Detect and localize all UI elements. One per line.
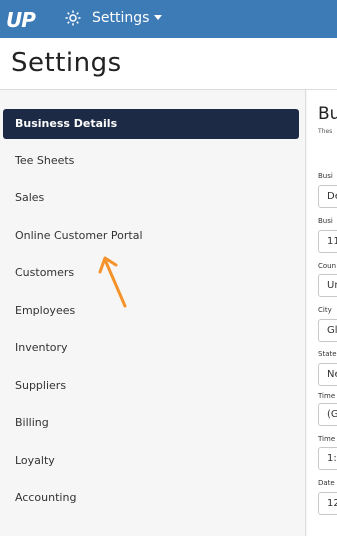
settings-menu[interactable]: Settings	[92, 10, 163, 26]
sidebar-item-employees[interactable]: Employees	[3, 296, 299, 326]
field-label-country: Coun	[318, 262, 337, 270]
sidebar-item-tee-sheets[interactable]: Tee Sheets	[3, 146, 299, 176]
app-logo[interactable]: UP	[6, 8, 36, 32]
date-format-select[interactable]: 12	[318, 492, 337, 515]
field-label-business-name: Busi	[318, 172, 333, 180]
field-label-business-address: Busi	[318, 217, 333, 225]
time-format-select[interactable]: 1:0	[318, 447, 337, 470]
top-bar: UP Settings	[0, 0, 337, 38]
section-description: Thes	[318, 128, 333, 135]
sidebar-item-sales[interactable]: Sales	[3, 183, 299, 213]
sidebar-item-suppliers[interactable]: Suppliers	[3, 371, 299, 401]
page-title: Settings	[11, 48, 122, 78]
field-label-date: Date	[318, 479, 335, 487]
sidebar-item-online-customer-portal[interactable]: Online Customer Portal	[3, 221, 299, 251]
section-title: Bu	[318, 104, 337, 124]
state-select[interactable]: Ne	[318, 363, 337, 386]
business-address-field[interactable]: 11	[318, 230, 337, 253]
field-label-time: Time	[318, 435, 336, 443]
sidebar-item-inventory[interactable]: Inventory	[3, 333, 299, 363]
timezone-select[interactable]: (G	[318, 403, 337, 426]
sidebar-item-accounting[interactable]: Accounting	[3, 483, 299, 513]
annotation-arrow	[98, 256, 127, 308]
page-header: Settings	[0, 38, 337, 90]
city-field[interactable]: Gl	[318, 319, 337, 342]
sidebar-item-business-details[interactable]: Business Details	[3, 109, 299, 139]
country-select[interactable]: Un	[318, 274, 337, 297]
field-label-state: State	[318, 350, 337, 358]
business-name-field[interactable]: De	[318, 185, 337, 208]
settings-sidebar: Business Details Tee Sheets Sales Online…	[0, 90, 306, 536]
sidebar-item-loyalty[interactable]: Loyalty	[3, 446, 299, 476]
chevron-down-icon	[154, 14, 163, 20]
sidebar-item-customers[interactable]: Customers	[3, 258, 299, 288]
field-label-city: City	[318, 306, 332, 314]
gear-icon[interactable]	[64, 9, 82, 27]
business-details-panel: Bu Thes Busi De Busi 11 Coun Un City Gl …	[307, 90, 337, 536]
sidebar-item-billing[interactable]: Billing	[3, 408, 299, 438]
settings-menu-label: Settings	[92, 10, 150, 26]
field-label-timezone: Time	[318, 392, 336, 400]
